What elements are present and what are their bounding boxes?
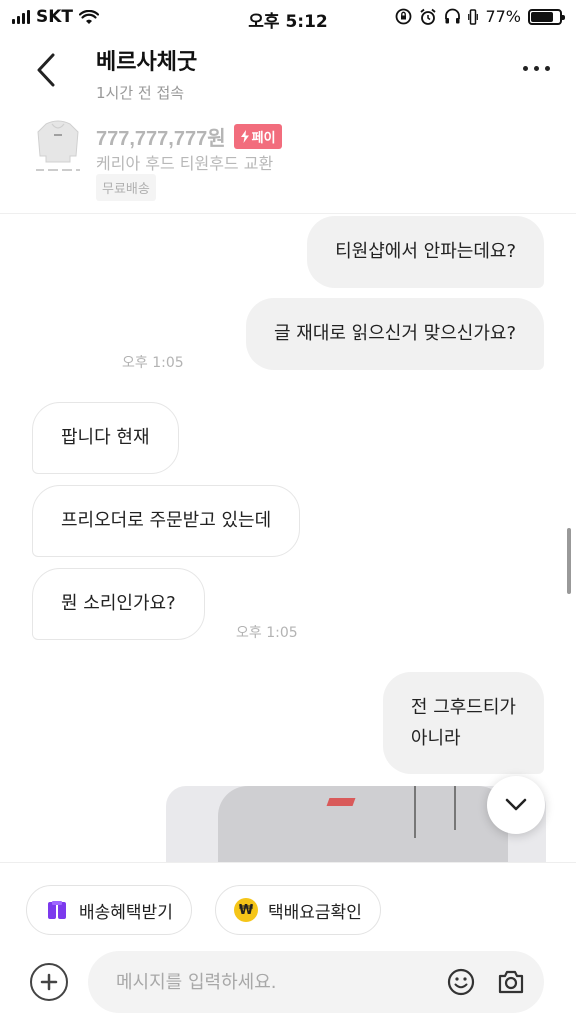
more-dot: [534, 65, 539, 71]
status-right: 77%: [395, 7, 565, 26]
last-seen: 1시간 전 접속: [96, 84, 185, 102]
headphones-icon: [445, 8, 461, 24]
hood-string: [454, 786, 456, 830]
chat-title: 베르사체굿: [96, 49, 198, 74]
gift-box-icon: [45, 898, 69, 922]
message-line: 전 그후드티가: [410, 697, 516, 718]
message-bubble-sent[interactable]: 전 그후드티가 아니라: [382, 672, 544, 774]
message-bubble-received[interactable]: 프리오더로 주문받고 있는데: [32, 485, 301, 557]
product-thumbnail[interactable]: [32, 118, 84, 178]
status-bar: SKT 오후 5:12 77%: [0, 0, 576, 36]
message-bubble-received[interactable]: 팝니다 현재: [32, 402, 179, 474]
alarm-icon: [420, 8, 437, 25]
more-dot: [523, 65, 528, 71]
message-bubble-sent[interactable]: 티원샵에서 안파는데요?: [307, 216, 544, 288]
fee-check-label: 택배요금확인: [268, 902, 362, 923]
composer-area: 배송혜택받기 ₩ 택배요금확인: [0, 862, 576, 1024]
fee-check-button[interactable]: ₩ 택배요금확인: [215, 885, 381, 935]
scroll-down-button[interactable]: [487, 776, 545, 834]
more-button[interactable]: [523, 58, 550, 78]
chat-header: 베르사체굿 1시간 전 접속: [0, 36, 576, 106]
pay-badge: 페이: [233, 124, 282, 149]
logo-mark: [326, 798, 356, 806]
hoodie-photo: [218, 786, 508, 866]
product-bar[interactable]: 777,777,777원 페이 케리아 후드 티원후드 교환 무료배송: [0, 110, 576, 214]
product-price: 777,777,777원: [96, 128, 226, 150]
smile-icon[interactable]: [446, 967, 476, 997]
message-timestamp: 오후 1:05: [122, 355, 184, 371]
product-name: 케리아 후드 티원후드 교환: [96, 154, 274, 173]
camera-icon[interactable]: [496, 967, 526, 997]
chevron-left-icon: [37, 53, 55, 87]
plus-icon: [40, 973, 58, 991]
add-attachment-button[interactable]: [30, 963, 68, 1001]
more-dot: [545, 65, 550, 71]
shipping-benefit-label: 배송혜택받기: [79, 902, 173, 923]
battery-percent: 77%: [485, 7, 521, 26]
lightning-icon: [240, 130, 249, 143]
message-input-box[interactable]: [88, 951, 544, 1013]
message-line: 아니라: [410, 728, 461, 749]
rotation-lock-icon: [396, 8, 412, 25]
title-block: 베르사체굿 1시간 전 접속: [96, 44, 197, 103]
battery-icon: [528, 8, 565, 25]
message-input[interactable]: [116, 951, 436, 1013]
scrollbar[interactable]: [567, 528, 571, 594]
message-bubble-received[interactable]: 뭔 소리인가요?: [32, 568, 205, 640]
price-line: 777,777,777원 페이: [96, 122, 282, 151]
message-bubble-sent[interactable]: 글 재대로 읽으신거 맞으신가요?: [246, 298, 544, 370]
battery-fill: [531, 11, 553, 22]
back-button[interactable]: [28, 50, 64, 90]
won-coin-icon: ₩: [234, 898, 258, 922]
shipping-benefit-button[interactable]: 배송혜택받기: [26, 885, 192, 935]
shipping-tag: 무료배송: [96, 174, 156, 201]
chevron-down-icon: [505, 798, 527, 811]
vibrate-icon: [468, 8, 479, 25]
message-timestamp: 오후 1:05: [236, 625, 298, 641]
pay-badge-label: 페이: [251, 131, 276, 146]
hood-string: [414, 786, 416, 838]
